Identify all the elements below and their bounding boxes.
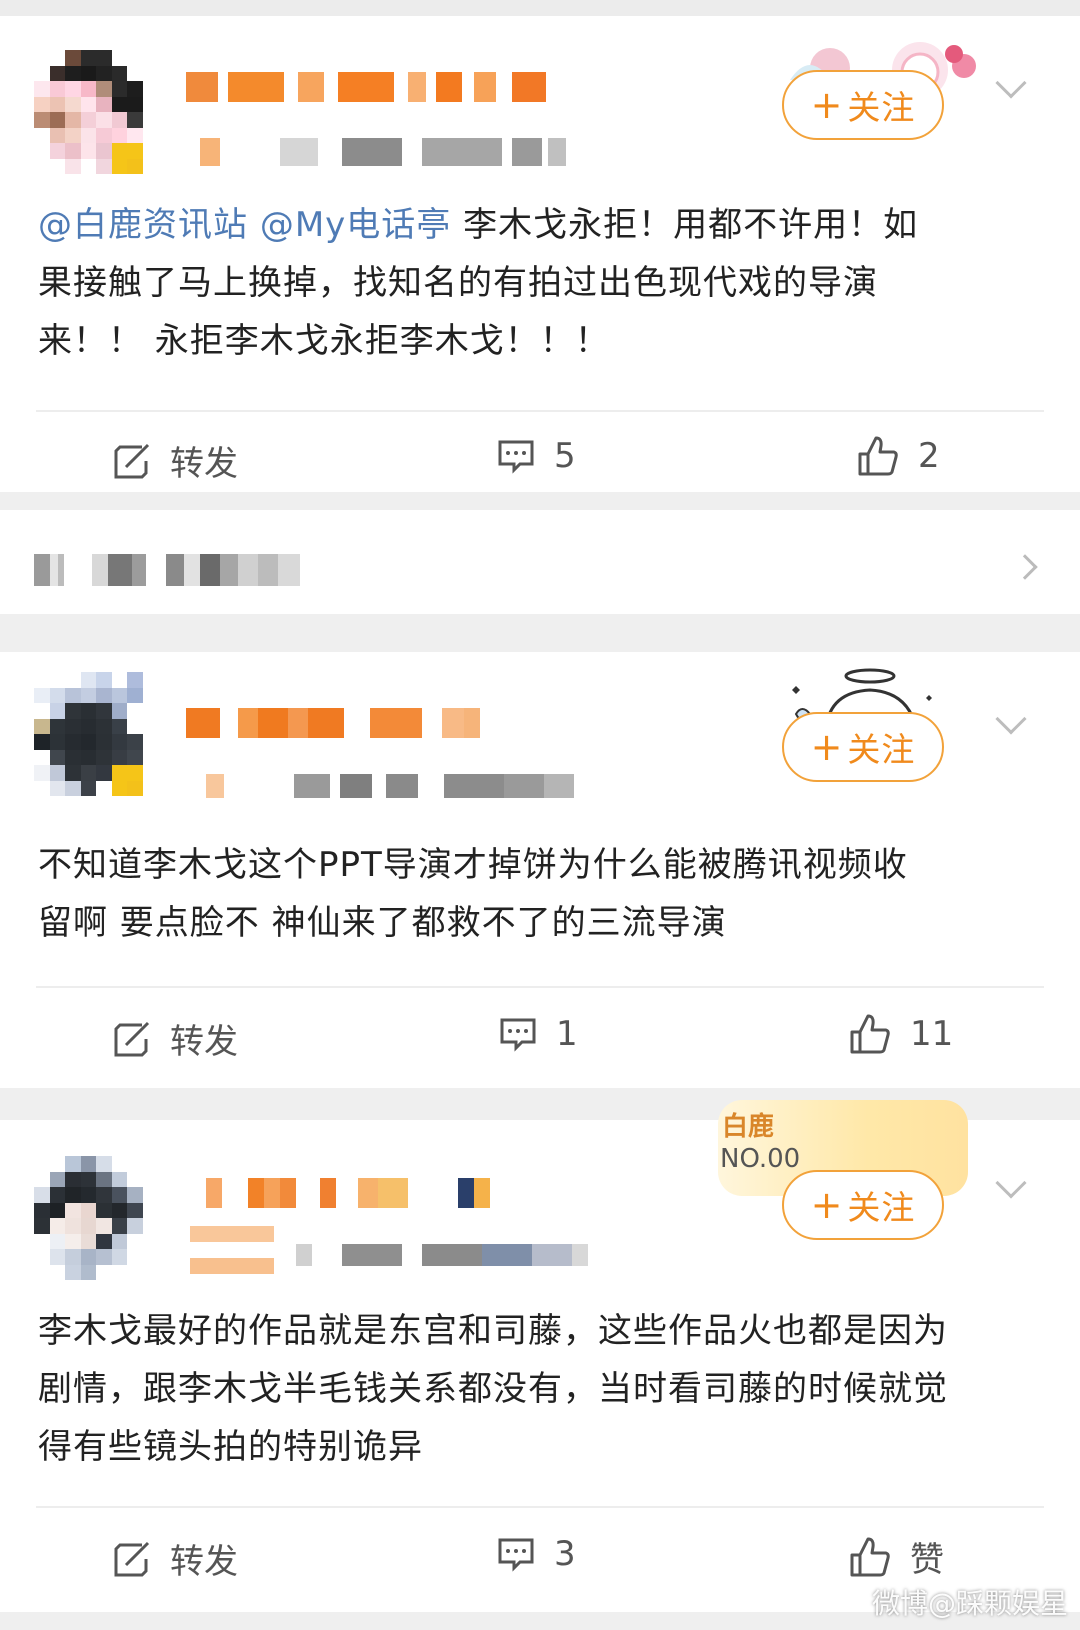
follow-button[interactable]: + 关注 bbox=[782, 712, 944, 782]
comment-count: 3 bbox=[554, 1534, 576, 1574]
post-line: 来！！ 永拒李木戈永拒李木戈！！！ bbox=[38, 321, 610, 361]
comment-icon bbox=[500, 1018, 536, 1052]
like-button[interactable]: 11 bbox=[848, 1012, 953, 1056]
post-meta bbox=[200, 138, 566, 166]
like-icon bbox=[850, 1014, 890, 1054]
mention-link[interactable]: @白鹿资讯站 bbox=[38, 205, 248, 245]
follow-button[interactable]: + 关注 bbox=[782, 1170, 944, 1240]
follow-label: 关注 bbox=[847, 88, 916, 127]
post-line-text: 李木戈永拒！用都不许用！如 bbox=[451, 205, 919, 245]
like-icon bbox=[858, 436, 898, 476]
post-body: 不知道李木戈这个PPT导演才掉饼为什么能被腾讯视频收 留啊 要点脸不 神仙来了都… bbox=[38, 836, 1048, 952]
follow-label: 关注 bbox=[847, 730, 916, 769]
mention-link[interactable]: @My电话亭 bbox=[260, 205, 451, 245]
follow-plus: + bbox=[810, 83, 844, 127]
repost-label: 转发 bbox=[170, 1022, 238, 1062]
follow-plus: + bbox=[810, 725, 844, 769]
repost-label: 转发 bbox=[170, 1542, 238, 1582]
comment-button[interactable]: 3 bbox=[496, 1534, 576, 1574]
avatar[interactable] bbox=[34, 50, 158, 174]
like-icon bbox=[850, 1537, 890, 1576]
like-count: 2 bbox=[918, 436, 940, 476]
post-line: 得有些镜头拍的特别诡异 bbox=[38, 1427, 423, 1467]
post-line: 不知道李木戈这个PPT导演才掉饼为什么能被腾讯视频收 bbox=[38, 845, 908, 885]
repost-icon bbox=[114, 443, 150, 478]
divider bbox=[36, 986, 1044, 988]
comment-count: 1 bbox=[556, 1014, 578, 1054]
username[interactable] bbox=[186, 72, 546, 102]
post-line: 李木戈最好的作品就是东宫和司藤，这些作品火也都是因为 bbox=[38, 1311, 948, 1351]
repost-button[interactable]: 转发 bbox=[112, 1534, 238, 1583]
like-count: 11 bbox=[910, 1014, 954, 1054]
section-gap bbox=[0, 614, 1080, 652]
follow-label: 关注 bbox=[847, 1188, 916, 1227]
repost-button[interactable]: 转发 bbox=[112, 1014, 238, 1063]
follow-button[interactable]: + 关注 bbox=[782, 70, 944, 140]
repost-label: 转发 bbox=[170, 444, 238, 484]
comment-button[interactable]: 5 bbox=[496, 436, 576, 476]
post-line: 留啊 要点脸不 神仙来了都救不了的三流导演 bbox=[38, 903, 727, 943]
repost-icon bbox=[114, 1021, 150, 1056]
post-line: 果接触了马上换掉，找知名的有拍过出色现代戏的导演 bbox=[38, 263, 878, 303]
post-line: @白鹿资讯站 @My电话亭 李木戈永拒！用都不许用！如 bbox=[38, 196, 1048, 254]
divider bbox=[36, 410, 1044, 412]
username[interactable] bbox=[186, 708, 480, 738]
comment-count: 5 bbox=[554, 436, 576, 476]
post-body: 李木戈最好的作品就是东宫和司藤，这些作品火也都是因为 剧情，跟李木戈半毛钱关系都… bbox=[38, 1302, 1048, 1476]
like-button[interactable]: 2 bbox=[856, 434, 940, 478]
repost-button[interactable]: 转发 bbox=[112, 436, 238, 485]
divider bbox=[36, 1506, 1044, 1508]
fan-badge-title: 白鹿 bbox=[722, 1112, 775, 1142]
like-label: 赞 bbox=[910, 1540, 944, 1580]
comment-icon bbox=[498, 440, 534, 474]
comment-icon bbox=[498, 1538, 534, 1572]
post-line: 剧情，跟李木戈半毛钱关系都没有，当时看司藤的时候就觉 bbox=[38, 1369, 948, 1409]
like-button[interactable]: 赞 bbox=[848, 1532, 944, 1581]
avatar[interactable] bbox=[34, 672, 158, 796]
user-tag-blur bbox=[190, 1226, 274, 1276]
post-meta bbox=[206, 774, 574, 798]
fan-badge-number: NO.00 bbox=[720, 1144, 801, 1174]
repost-icon bbox=[114, 1541, 150, 1576]
username[interactable] bbox=[206, 1178, 490, 1208]
post-meta bbox=[296, 1244, 588, 1266]
watermark: 微博@踩颗娱星 bbox=[871, 1587, 1068, 1620]
follow-plus: + bbox=[810, 1183, 844, 1227]
post-body: @白鹿资讯站 @My电话亭 李木戈永拒！用都不许用！如 果接触了马上换掉，找知名… bbox=[38, 196, 1048, 370]
blurred-preview bbox=[34, 554, 300, 586]
avatar[interactable] bbox=[34, 1156, 158, 1280]
weibo-feed: + 关注 @白鹿资讯站 @My电话亭 李木戈永拒！用都不许用！如 果接触了马上换… bbox=[0, 0, 1080, 1630]
comment-button[interactable]: 1 bbox=[498, 1014, 578, 1054]
top-gap bbox=[0, 0, 1080, 16]
